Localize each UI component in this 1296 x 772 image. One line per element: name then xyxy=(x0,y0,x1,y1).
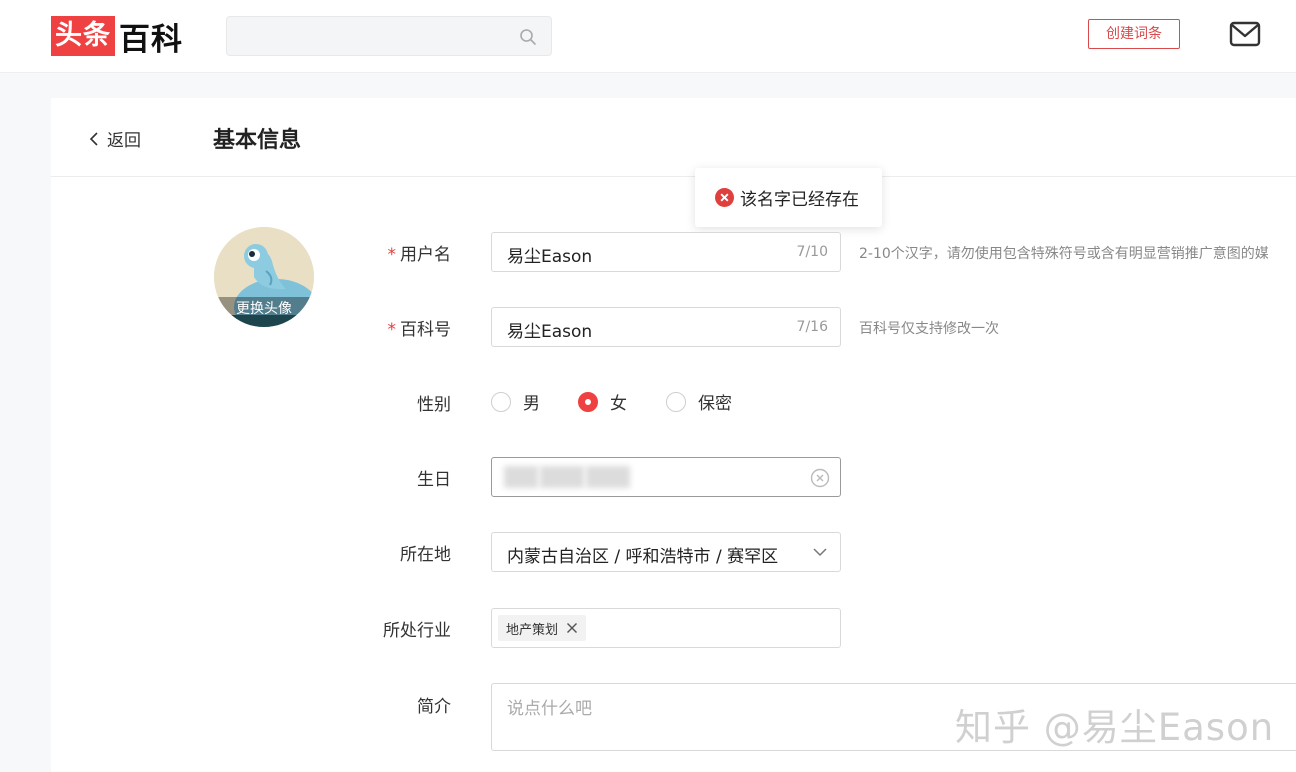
card-header: 返回 基本信息 xyxy=(51,98,1296,177)
search-icon[interactable] xyxy=(519,28,537,46)
location-select[interactable]: 内蒙古自治区 / 呼和浩特市 / 赛罕区 xyxy=(491,532,841,572)
baike-id-value: 易尘Eason xyxy=(507,322,593,342)
location-label: 所在地 xyxy=(400,545,451,565)
search-input[interactable] xyxy=(226,16,552,56)
intro-label: 简介 xyxy=(417,697,451,717)
back-button[interactable]: 返回 xyxy=(89,126,141,151)
location-value: 内蒙古自治区 / 呼和浩特市 / 赛罕区 xyxy=(507,547,779,567)
baike-id-hint: 百科号仅支持修改一次 xyxy=(859,321,999,337)
logo-black-part: 百科 xyxy=(119,21,183,58)
clear-circle-icon[interactable] xyxy=(810,468,830,488)
required-mark: * xyxy=(387,320,397,340)
toutiao-baike-logo[interactable]: 头条 百科 xyxy=(51,16,183,58)
gender-label: 性别 xyxy=(417,395,451,415)
mail-icon[interactable] xyxy=(1229,21,1261,47)
gender-option-secret[interactable]: 保密 xyxy=(666,389,732,414)
toast-message: 该名字已经存在 xyxy=(740,190,859,210)
username-char-count: 7/10 xyxy=(796,244,828,260)
industry-label: 所处行业 xyxy=(383,621,451,641)
required-mark: * xyxy=(387,245,397,265)
industry-tag-label: 地产策划 xyxy=(506,622,559,638)
baike-id-field[interactable]: 易尘Eason 7/16 xyxy=(491,307,841,347)
page-title: 基本信息 xyxy=(213,128,302,153)
close-icon[interactable] xyxy=(566,622,578,634)
create-entry-button[interactable]: 创建词条 xyxy=(1088,19,1180,49)
baike-id-char-count: 7/16 xyxy=(796,319,828,335)
blurred-date-part xyxy=(540,466,584,488)
username-field[interactable]: 易尘Eason 7/10 xyxy=(491,232,841,272)
error-icon xyxy=(715,188,734,207)
username-hint: 2-10个汉字，请勿使用包含特殊符号或含有明显营销推广意图的媒 xyxy=(859,246,1269,262)
blurred-date-part xyxy=(586,466,630,488)
change-avatar-label[interactable]: 更换头像 xyxy=(214,297,314,327)
gender-option-female[interactable]: 女 xyxy=(578,389,627,414)
blurred-date-part xyxy=(504,466,538,488)
industry-tag: 地产策划 xyxy=(498,615,587,641)
radio-circle[interactable] xyxy=(666,391,686,412)
error-toast: 该名字已经存在 xyxy=(695,168,882,227)
back-label: 返回 xyxy=(107,131,141,151)
radio-circle-selected[interactable] xyxy=(578,391,598,412)
industry-select[interactable]: 地产策划 xyxy=(491,608,841,648)
gender-option-male[interactable]: 男 xyxy=(491,389,540,414)
profile-card: 返回 基本信息 xyxy=(51,98,1296,772)
baike-id-label: * 百科号 xyxy=(387,320,452,340)
username-label: * 用户名 xyxy=(387,245,452,265)
radio-circle[interactable] xyxy=(491,391,511,412)
chevron-left-icon xyxy=(89,131,98,146)
logo-red-part: 头条 xyxy=(51,16,115,56)
avatar[interactable]: 更换头像 xyxy=(214,227,314,327)
top-header: 头条 百科 创建词条 xyxy=(0,0,1296,73)
birthday-date-picker[interactable] xyxy=(491,457,841,497)
birthday-label: 生日 xyxy=(417,470,451,490)
zhihu-watermark: 知乎 @易尘Eason xyxy=(955,706,1275,749)
intro-placeholder: 说点什么吧 xyxy=(507,699,592,719)
username-value: 易尘Eason xyxy=(507,247,593,267)
chevron-down-icon xyxy=(813,548,827,557)
